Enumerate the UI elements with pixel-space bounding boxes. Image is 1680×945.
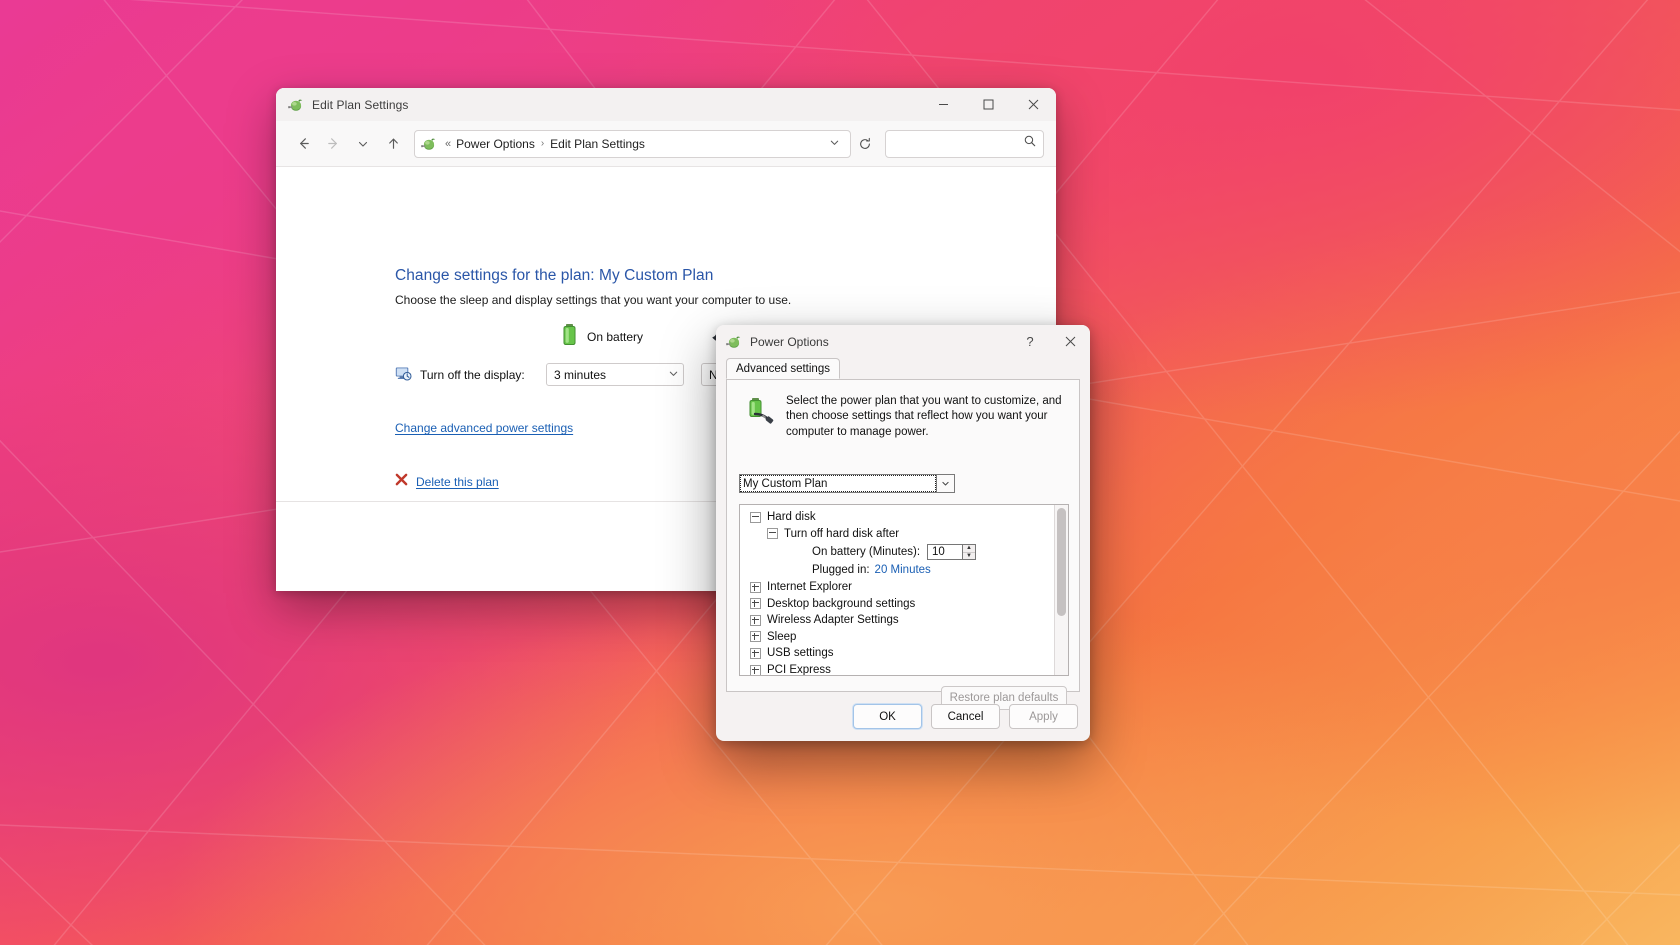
breadcrumb-separator-icon: › <box>540 138 545 149</box>
expand-plus-icon[interactable] <box>750 614 761 626</box>
tree-item-pci-express[interactable]: PCI Express <box>740 662 1054 675</box>
expand-plus-icon[interactable] <box>750 664 761 675</box>
ok-button[interactable]: OK <box>853 704 922 729</box>
address-chevron-down-icon[interactable] <box>823 137 846 151</box>
turn-off-display-battery-select[interactable]: 3 minutes <box>546 363 684 386</box>
power-options-dialog: Power Options ? Advanced settings Select… <box>716 325 1090 741</box>
breadcrumb-power-options[interactable]: Power Options <box>456 137 535 151</box>
page-subtitle: Choose the sleep and display settings th… <box>395 293 792 307</box>
address-power-plan-icon <box>421 136 437 152</box>
window-title: Edit Plan Settings <box>312 97 409 112</box>
tree-item-on-battery-minutes[interactable]: On battery (Minutes): 10 ▲ ▼ <box>740 542 1054 562</box>
dialog-button-bar: OK Cancel Apply <box>716 692 1090 741</box>
minimize-icon[interactable] <box>921 88 966 121</box>
tree-item-label: Internet Explorer <box>767 581 853 594</box>
collapse-minus-icon[interactable] <box>767 528 778 540</box>
tab-advanced-settings[interactable]: Advanced settings <box>726 358 840 379</box>
up-arrow-icon[interactable] <box>378 129 408 159</box>
chevron-down-icon <box>668 368 679 382</box>
plan-select-chevron-down-icon[interactable] <box>937 474 955 493</box>
apply-button[interactable]: Apply <box>1009 704 1078 729</box>
tree-item-label: Desktop background settings <box>767 597 916 610</box>
dialog-caption-buttons: ? <box>1010 325 1090 358</box>
stepper-down-icon[interactable]: ▼ <box>963 553 975 560</box>
page-title: Change settings for the plan: My Custom … <box>395 267 714 284</box>
plan-select-value: My Custom Plan <box>743 477 828 490</box>
forward-arrow-icon[interactable] <box>318 129 348 159</box>
tree-item-label: USB settings <box>767 647 834 660</box>
address-overflow-icon[interactable]: « <box>445 138 451 150</box>
tree-item-label: Turn off hard disk after <box>784 527 900 540</box>
dialog-panel: Select the power plan that you want to c… <box>726 380 1080 710</box>
collapse-minus-icon[interactable] <box>750 511 761 523</box>
recent-locations-chevron-down-icon[interactable] <box>348 129 378 159</box>
change-advanced-power-settings-link[interactable]: Change advanced power settings <box>395 421 573 435</box>
power-plug-battery-icon <box>741 394 775 440</box>
window-caption-buttons <box>921 88 1056 121</box>
tree-item-label: Sleep <box>767 630 797 643</box>
power-plan-icon <box>288 97 304 113</box>
on-battery-label: On battery <box>587 329 644 344</box>
tree-item-label: Plugged in: <box>812 564 870 577</box>
turn-off-display-label: Turn off the display: <box>420 367 525 382</box>
back-arrow-icon[interactable] <box>288 129 318 159</box>
dialog-description-text: Select the power plan that you want to c… <box>786 395 1062 438</box>
stepper-buttons[interactable]: ▲ ▼ <box>963 544 977 561</box>
tree-item-sleep[interactable]: Sleep <box>740 629 1054 646</box>
display-clock-icon <box>395 365 412 385</box>
refresh-icon[interactable] <box>853 130 877 158</box>
power-plan-icon <box>726 334 742 350</box>
close-icon[interactable] <box>1050 325 1090 358</box>
dialog-title: Power Options <box>750 334 829 349</box>
tree-scrollbar-thumb[interactable] <box>1057 508 1066 616</box>
plan-select-input[interactable]: My Custom Plan <box>739 474 937 493</box>
breadcrumb-edit-plan-settings[interactable]: Edit Plan Settings <box>550 137 645 151</box>
dialog-description-block: Select the power plan that you want to c… <box>727 380 1079 440</box>
stepper-up-icon[interactable]: ▲ <box>963 545 976 553</box>
expand-plus-icon[interactable] <box>750 647 761 659</box>
turn-off-display-battery-value: 3 minutes <box>554 367 607 382</box>
tree-item-hard-disk[interactable]: Hard disk <box>740 509 1054 526</box>
tree-item-usb-settings[interactable]: USB settings <box>740 645 1054 662</box>
cancel-button[interactable]: Cancel <box>931 704 1000 729</box>
expand-plus-icon[interactable] <box>750 631 761 643</box>
search-icon <box>1023 134 1037 153</box>
search-input[interactable] <box>884 129 1044 158</box>
tree-item-label: PCI Express <box>767 664 831 675</box>
tree-item-label: Wireless Adapter Settings <box>767 614 899 627</box>
on-battery-minutes-stepper[interactable]: 10 ▲ ▼ <box>927 544 977 561</box>
advanced-settings-tree[interactable]: Hard disk Turn off hard disk after On ba… <box>739 504 1069 676</box>
window-titlebar: Edit Plan Settings <box>276 88 1056 121</box>
tree-item-desktop-background-settings[interactable]: Desktop background settings <box>740 595 1054 612</box>
tree-item-label: On battery (Minutes): <box>812 546 921 559</box>
expand-plus-icon[interactable] <box>750 598 761 610</box>
dialog-tabstrip: Advanced settings <box>726 358 1080 380</box>
battery-icon <box>561 323 578 350</box>
tree-item-plugged-in[interactable]: Plugged in: 20 Minutes <box>740 562 1054 579</box>
on-battery-minutes-value[interactable]: 10 <box>927 544 964 561</box>
plugged-in-value-link[interactable]: 20 Minutes <box>875 564 931 576</box>
help-button[interactable]: ? <box>1010 325 1050 358</box>
on-battery-column-header: On battery <box>561 323 643 350</box>
tree-scrollbar[interactable] <box>1054 505 1068 675</box>
navigation-toolbar: « Power Options › Edit Plan Settings <box>276 121 1056 167</box>
tree-items: Hard disk Turn off hard disk after On ba… <box>740 505 1054 675</box>
plan-selector-row: My Custom Plan <box>739 474 955 493</box>
close-icon[interactable] <box>1011 88 1056 121</box>
dialog-titlebar: Power Options ? <box>716 325 1090 358</box>
red-x-icon <box>395 473 408 491</box>
dialog-content: Advanced settings Select the power plan … <box>726 358 1080 710</box>
tree-item-internet-explorer[interactable]: Internet Explorer <box>740 579 1054 596</box>
tree-item-label: Hard disk <box>767 511 816 524</box>
address-bar[interactable]: « Power Options › Edit Plan Settings <box>414 129 851 158</box>
maximize-icon[interactable] <box>966 88 1011 121</box>
tree-item-turn-off-hard-disk-after[interactable]: Turn off hard disk after <box>740 526 1054 543</box>
expand-plus-icon[interactable] <box>750 581 761 593</box>
delete-plan-row[interactable]: Delete this plan <box>395 473 499 491</box>
delete-this-plan-link[interactable]: Delete this plan <box>416 475 499 489</box>
tree-item-wireless-adapter-settings[interactable]: Wireless Adapter Settings <box>740 612 1054 629</box>
